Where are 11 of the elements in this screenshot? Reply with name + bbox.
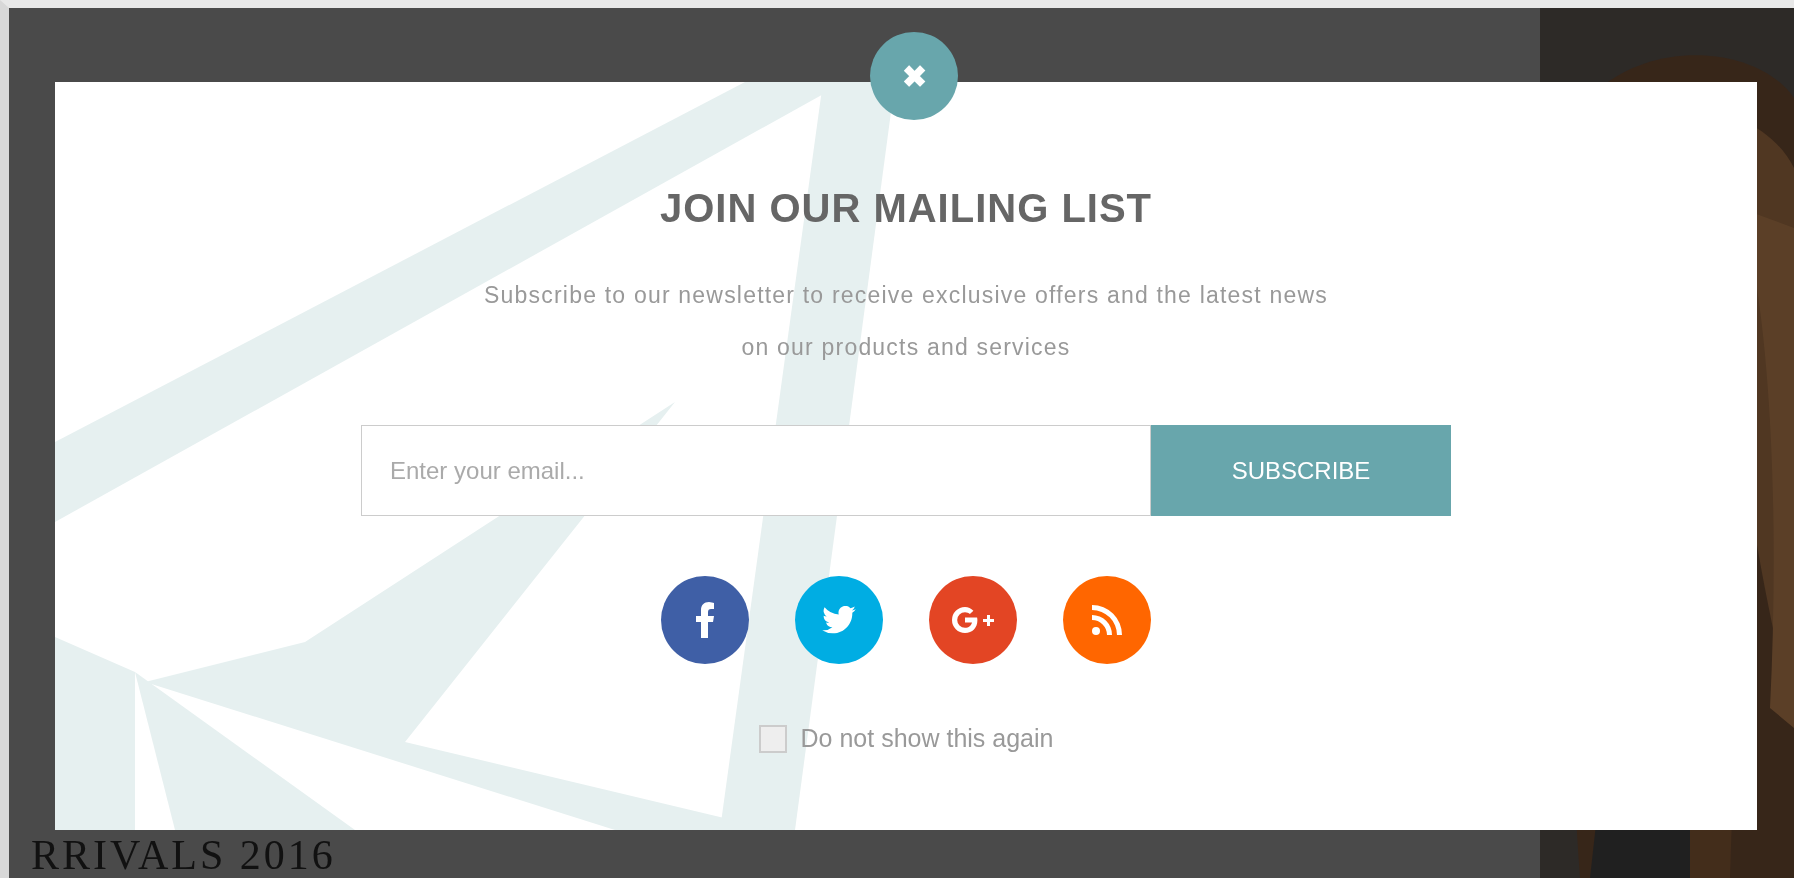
close-button[interactable]: ✖ — [870, 32, 958, 120]
popup-description: Subscribe to our newsletter to receive exclusive offers and the latest news on our products and services — [483, 281, 1329, 362]
subscribe-button[interactable]: SUBSCRIBE — [1151, 425, 1451, 516]
popup-title: JOIN OUR MAILING LIST — [659, 186, 1153, 231]
facebook-icon — [695, 602, 715, 638]
bird-icon — [822, 606, 856, 634]
checkbox-label: Do not show this again — [800, 724, 1054, 753]
google-plus-icon — [951, 606, 995, 634]
rss-icon — [1092, 605, 1122, 635]
page-heading: RRIVALS 2016 — [31, 834, 336, 876]
email-field[interactable]: Enter your email... — [361, 425, 1151, 516]
